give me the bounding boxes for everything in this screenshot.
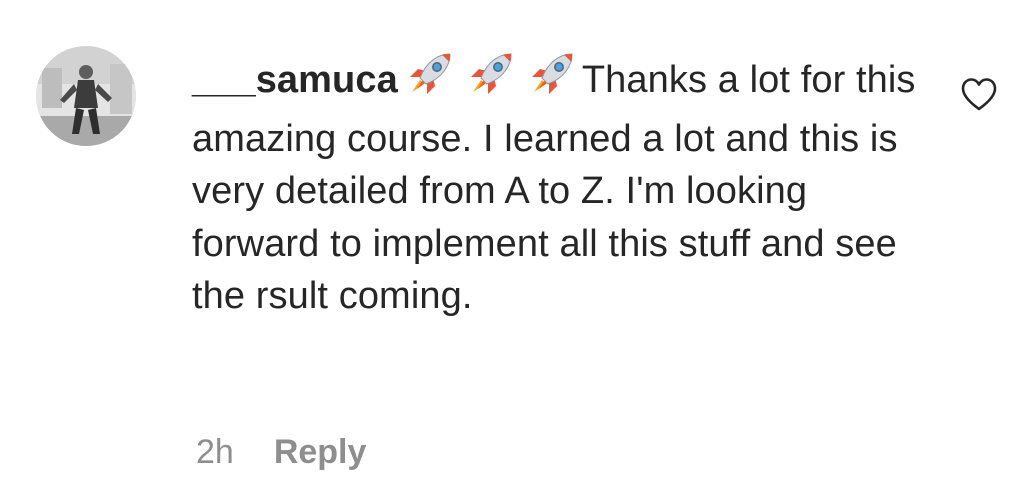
rocket-icon [406,50,454,98]
rocket-icon [467,50,515,98]
avatar-photo [36,46,136,146]
rocket-emoji-group [406,50,576,113]
reply-button[interactable]: Reply [274,433,367,471]
timestamp: 2h [196,433,234,471]
username-link[interactable]: ___samuca [192,59,398,101]
comment: ___samuca Thanks a lot for this amazing … [0,0,1024,504]
comment-meta: 2h Reply [196,430,366,474]
avatar[interactable] [36,46,136,146]
rocket-icon [528,50,576,98]
heart-outline-icon[interactable] [960,76,998,112]
comment-body: ___samuca Thanks a lot for this amazing … [192,50,922,323]
